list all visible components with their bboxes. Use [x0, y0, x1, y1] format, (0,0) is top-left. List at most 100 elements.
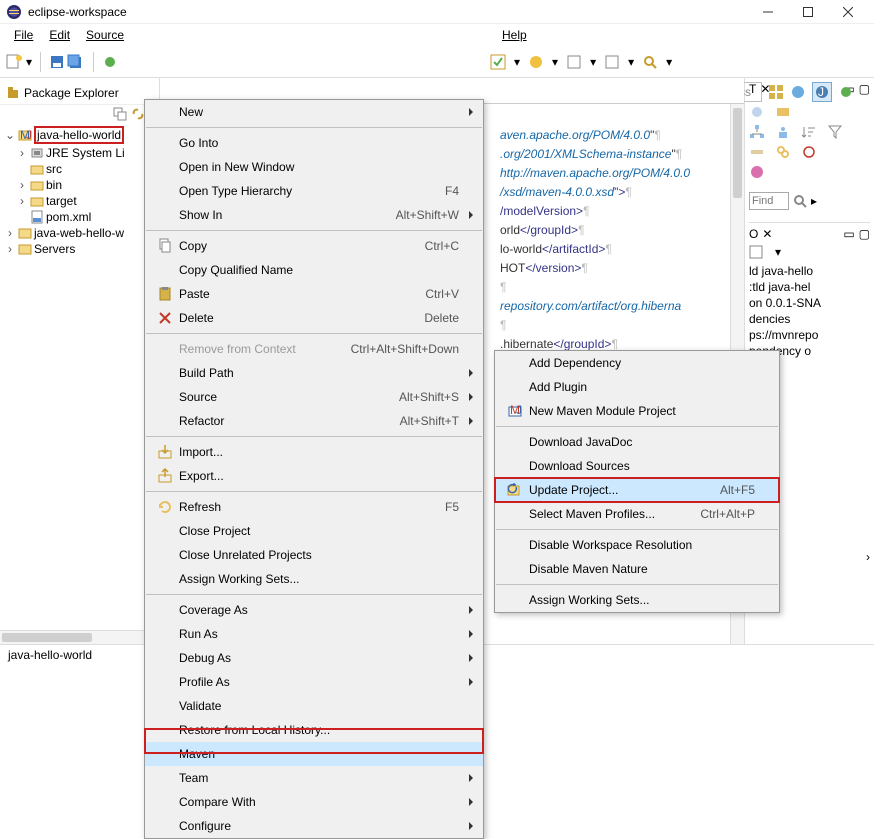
view-tab-icon[interactable]: ✕: [762, 227, 772, 241]
menu-item-team[interactable]: Team: [145, 766, 483, 790]
menu-item-update-project[interactable]: Update Project...Alt+F5: [495, 478, 779, 502]
expand-icon[interactable]: ⌄: [4, 128, 16, 142]
menu-item-configure[interactable]: Configure: [145, 814, 483, 838]
menu-help[interactable]: Help: [494, 25, 535, 45]
menu-item-debug-as[interactable]: Debug As: [145, 646, 483, 670]
debug-perspective-icon[interactable]: [838, 84, 854, 100]
maven-submenu[interactable]: Add DependencyAdd PluginMJNew Maven Modu…: [494, 350, 780, 613]
menu-item-build-path[interactable]: Build Path: [145, 361, 483, 385]
outline-item[interactable]: ld java-hello: [749, 263, 870, 279]
menu-item-new[interactable]: New: [145, 100, 483, 124]
clear-icon[interactable]: ▸: [811, 194, 817, 208]
menu-item-coverage-as[interactable]: Coverage As: [145, 598, 483, 622]
collapse-all-icon[interactable]: [113, 107, 127, 121]
project-servers[interactable]: Servers: [34, 242, 75, 256]
task-focus-icon[interactable]: [749, 104, 771, 120]
minimize-button[interactable]: [748, 1, 788, 23]
new-icon[interactable]: [6, 54, 24, 70]
project-java-web-hello[interactable]: java-web-hello-w: [34, 226, 124, 240]
outline-view-tab[interactable]: O: [749, 227, 758, 241]
dropdown-icon[interactable]: ▾: [26, 55, 32, 69]
hierarchy-icon[interactable]: [749, 124, 771, 140]
dropdown-icon[interactable]: ▾: [590, 55, 596, 69]
menu-item-disable-workspace-resolution[interactable]: Disable Workspace Resolution: [495, 533, 779, 557]
tree-item-label[interactable]: pom.xml: [46, 210, 91, 224]
menu-item-show-in[interactable]: Show InAlt+Shift+W: [145, 203, 483, 227]
dropdown-icon[interactable]: ▾: [552, 55, 558, 69]
menu-source[interactable]: Source: [78, 25, 132, 45]
tree-item-label[interactable]: target: [46, 194, 77, 208]
outline-item[interactable]: dencies: [749, 311, 870, 327]
menu-item-refresh[interactable]: RefreshF5: [145, 495, 483, 519]
menu-item-compare-with[interactable]: Compare With: [145, 790, 483, 814]
menu-item-restore-from-local-history[interactable]: Restore from Local History...: [145, 718, 483, 742]
menu-item-paste[interactable]: PasteCtrl+V: [145, 282, 483, 306]
menu-edit[interactable]: Edit: [41, 25, 78, 45]
menu-item-select-maven-profiles[interactable]: Select Maven Profiles...Ctrl+Alt+P: [495, 502, 779, 526]
outline-tree[interactable]: ld java-hello :tld java-hel on 0.0.1-SNA…: [749, 263, 870, 359]
maximize-button[interactable]: [788, 1, 828, 23]
menu-file[interactable]: File: [6, 25, 41, 45]
menu-item-add-plugin[interactable]: Add Plugin: [495, 375, 779, 399]
sort-icon[interactable]: [801, 124, 823, 140]
presentation-icon[interactable]: [775, 124, 797, 140]
save-all-icon[interactable]: [67, 54, 85, 70]
link-icon[interactable]: [775, 144, 797, 160]
mylyn-icon[interactable]: [749, 164, 771, 180]
menu-item-source[interactable]: SourceAlt+Shift+S: [145, 385, 483, 409]
menu-item-new-maven-module-project[interactable]: MJNew Maven Module Project: [495, 399, 779, 423]
sync-icon[interactable]: [801, 144, 823, 160]
tree-item-label[interactable]: bin: [46, 178, 62, 192]
tree-item-label[interactable]: src: [46, 162, 62, 176]
task-icon[interactable]: [566, 54, 582, 70]
java-ee-perspective-icon[interactable]: [790, 84, 806, 100]
menu-item-close-unrelated-projects[interactable]: Close Unrelated Projects: [145, 543, 483, 567]
outline-item[interactable]: :tld java-hel: [749, 279, 870, 295]
project-java-hello-world[interactable]: java-hello-world: [34, 126, 124, 144]
menu-item-export[interactable]: Export...: [145, 464, 483, 488]
maximize-view-icon[interactable]: ▢: [859, 227, 870, 241]
search-icon[interactable]: [793, 194, 807, 208]
chevron-right-icon[interactable]: ›: [866, 550, 870, 564]
menu-item-profile-as[interactable]: Profile As: [145, 670, 483, 694]
filter-icon[interactable]: [827, 124, 849, 140]
coverage-icon[interactable]: [490, 54, 506, 70]
expand-icon[interactable]: ›: [16, 146, 28, 160]
menu-item-download-sources[interactable]: Download Sources: [495, 454, 779, 478]
menu-item-refactor[interactable]: RefactorAlt+Shift+T: [145, 409, 483, 433]
expand-icon[interactable]: ›: [16, 178, 28, 192]
task-category-icon[interactable]: [775, 104, 797, 120]
menu-item-disable-maven-nature[interactable]: Disable Maven Nature: [495, 557, 779, 581]
expand-icon[interactable]: ›: [16, 194, 28, 208]
project-tree[interactable]: ⌄ MJ java-hello-world › JRE System Li sr…: [0, 123, 159, 259]
menu-item-download-javadoc[interactable]: Download JavaDoc: [495, 430, 779, 454]
collapse-icon[interactable]: [749, 144, 771, 160]
dropdown-icon[interactable]: ▾: [628, 55, 634, 69]
outline-item[interactable]: ps://mvnrepo: [749, 327, 870, 343]
dropdown-icon[interactable]: ▾: [666, 55, 672, 69]
menu-item-close-project[interactable]: Close Project: [145, 519, 483, 543]
run-config-icon[interactable]: [528, 54, 544, 70]
save-icon[interactable]: [49, 54, 65, 70]
menu-item-assign-working-sets[interactable]: Assign Working Sets...: [495, 588, 779, 612]
menu-item-import[interactable]: Import...: [145, 440, 483, 464]
link-editor-icon[interactable]: [131, 107, 145, 121]
menu-item-maven[interactable]: Maven: [145, 742, 483, 766]
find-icon[interactable]: [642, 54, 658, 70]
minimize-view-icon[interactable]: ▭: [843, 227, 854, 241]
menu-item-assign-working-sets[interactable]: Assign Working Sets...: [145, 567, 483, 591]
menu-item-open-type-hierarchy[interactable]: Open Type HierarchyF4: [145, 179, 483, 203]
debug-icon[interactable]: [102, 54, 118, 70]
sort-outline-icon[interactable]: [749, 245, 771, 259]
menu-item-go-into[interactable]: Go Into: [145, 131, 483, 155]
menu-item-validate[interactable]: Validate: [145, 694, 483, 718]
open-perspective-icon[interactable]: [768, 84, 784, 100]
menu-item-delete[interactable]: DeleteDelete: [145, 306, 483, 330]
open-task-icon[interactable]: [604, 54, 620, 70]
close-button[interactable]: [828, 1, 868, 23]
horizontal-scrollbar[interactable]: [0, 630, 159, 644]
menu-item-copy[interactable]: CopyCtrl+C: [145, 234, 483, 258]
project-context-menu[interactable]: New Go IntoOpen in New WindowOpen Type Hi…: [144, 99, 484, 839]
find-input[interactable]: [749, 192, 789, 210]
menu-item-open-in-new-window[interactable]: Open in New Window: [145, 155, 483, 179]
